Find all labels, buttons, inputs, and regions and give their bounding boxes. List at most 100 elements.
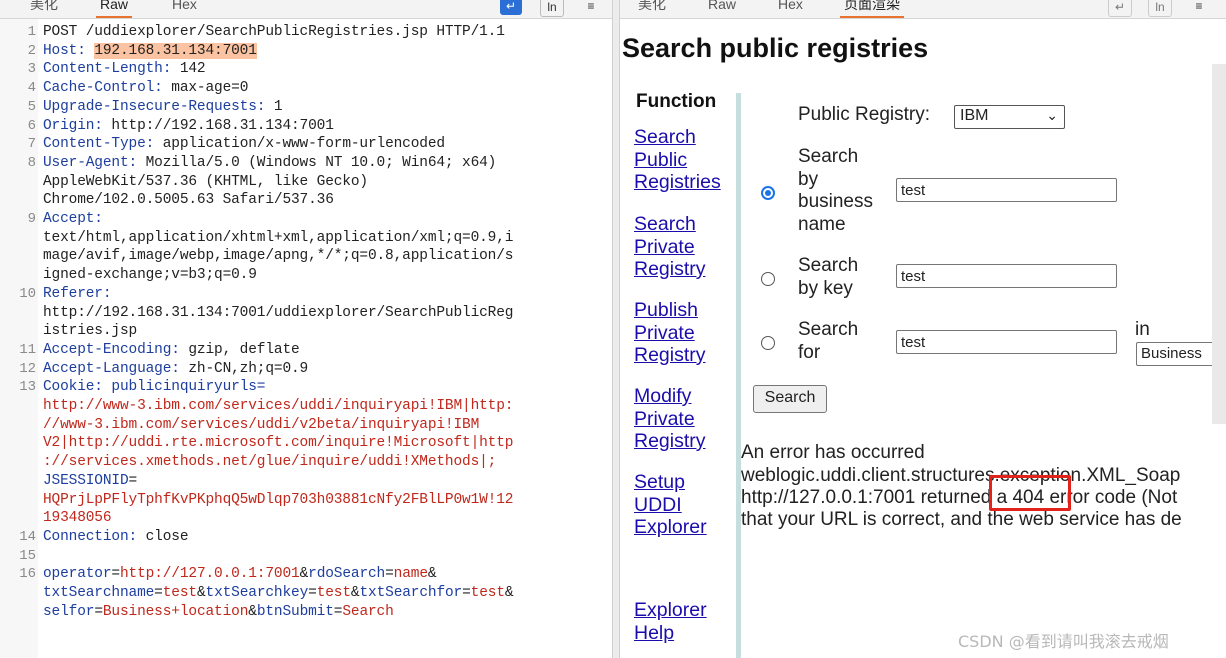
- header-name: Connection:: [43, 528, 146, 545]
- nav-link-search-public[interactable]: Search Public Registries: [634, 126, 734, 194]
- header-value-cont: AppleWebKit/537.36 (KHTML, like Gecko): [43, 173, 368, 190]
- body-token: Business+location: [102, 603, 249, 620]
- tab-render[interactable]: 页面渲染: [840, 0, 904, 18]
- body-token: http://127.0.0.1:7001: [119, 566, 300, 583]
- body-token: btnSubmit: [256, 603, 334, 620]
- header-name: User-Agent:: [43, 154, 146, 171]
- code-line: http://192.168.31.134:7001/uddiexplorer/…: [43, 304, 603, 323]
- body-token: operator: [43, 566, 112, 583]
- request-line-text: POST /uddiexplorer/SearchPublicRegistrie…: [43, 24, 505, 40]
- body-token: =: [308, 585, 317, 601]
- nav-link-explorer-help[interactable]: Explorer Help: [634, 599, 734, 644]
- response-tab-bar: 美化 Raw Hex 页面渲染 ↵ ln ≡: [620, 0, 1226, 19]
- nav-link-publish-private[interactable]: Publish Private Registry: [634, 299, 734, 367]
- code-line: mage/avif,image/webp,image/apng,*/*;q=0.…: [43, 247, 603, 266]
- line-number: 11: [19, 341, 36, 358]
- body-token: &: [196, 585, 206, 601]
- chevron-down-icon: ⌄: [1046, 107, 1058, 123]
- radio-key[interactable]: [761, 272, 775, 286]
- key-input[interactable]: [896, 264, 1117, 288]
- search-for-input[interactable]: [896, 330, 1117, 354]
- code-line: Upgrade-Insecure-Requests: 1: [43, 98, 603, 117]
- line-number: 4: [27, 80, 36, 97]
- error-line-1: An error has occurred: [741, 442, 925, 463]
- nav-link-modify-private[interactable]: Modify Private Registry: [634, 385, 734, 453]
- header-value-cont: igned-exchange;v=b3;q=0.9: [43, 267, 257, 284]
- line-number: 13: [19, 379, 36, 396]
- tab-raw[interactable]: Raw: [708, 0, 736, 18]
- header-name: Cookie:: [43, 379, 112, 396]
- body-token: &: [299, 566, 309, 583]
- newline-toggle-icon[interactable]: ↵: [1108, 0, 1132, 17]
- header-value: zh-CN,zh;q=0.9: [188, 360, 309, 377]
- body-token: =: [94, 603, 103, 620]
- error-code-highlight: [989, 475, 1071, 511]
- registry-label: Public Registry:: [798, 104, 930, 125]
- tab-hex[interactable]: Hex: [778, 0, 803, 18]
- header-value: 1: [273, 98, 283, 115]
- search-button[interactable]: Search: [753, 385, 827, 413]
- line-number: 7: [27, 136, 36, 153]
- cookie-value: 19348056: [43, 510, 112, 527]
- line-number: 10: [19, 285, 36, 302]
- code-line: Cookie: publicinquiryurls=: [43, 378, 603, 397]
- line-number: 3: [27, 61, 36, 78]
- search-business-label: Search by business name: [798, 146, 873, 235]
- code-line: text/html,application/xhtml+xml,applicat…: [43, 229, 603, 248]
- nav-link-search-private[interactable]: Search Private Registry: [634, 213, 734, 281]
- body-token: txtSearchkey: [205, 585, 309, 601]
- code-line: Origin: http://192.168.31.134:7001: [43, 117, 603, 136]
- radio-business-name[interactable]: [761, 186, 775, 200]
- cookie-value: http://www-3.ibm.com/services/uddi/inqui…: [43, 398, 514, 414]
- menu-icon[interactable]: ≡: [580, 0, 602, 15]
- request-editor[interactable]: 1 POST /uddiexplorer/SearchPublicRegistri…: [0, 19, 612, 658]
- code-line: Connection: close: [43, 528, 603, 547]
- nav-link-setup-uddi[interactable]: Setup UDDI Explorer: [634, 471, 734, 539]
- tab-pretty[interactable]: 美化: [30, 0, 58, 18]
- ln-toggle-button[interactable]: ln: [540, 0, 564, 17]
- header-name: Host:: [43, 42, 95, 59]
- body-token: &: [248, 603, 257, 620]
- registry-select[interactable]: IBM ⌄: [954, 105, 1065, 129]
- radio-search-for[interactable]: [761, 336, 775, 350]
- code-line: http://www-3.ibm.com/services/uddi/inqui…: [43, 397, 603, 416]
- tab-raw[interactable]: Raw: [95, 0, 133, 18]
- error-line-4: that your URL is correct, and the web se…: [741, 509, 1182, 530]
- code-line: AppleWebKit/537.36 (KHTML, like Gecko): [43, 173, 603, 192]
- tab-hex[interactable]: Hex: [172, 0, 197, 18]
- header-value: max-age=0: [171, 80, 249, 97]
- code-line: Chrome/102.0.5005.63 Safari/537.36: [43, 191, 603, 210]
- body-token: txtSearchname: [43, 585, 155, 601]
- line-number: 2: [27, 42, 36, 59]
- newline-toggle-icon[interactable]: ↵: [500, 0, 522, 15]
- body-token: Search: [342, 603, 394, 620]
- header-value-cont: text/html,application/xhtml+xml,applicat…: [43, 229, 514, 246]
- header-value: http://192.168.31.134:7001: [111, 117, 334, 134]
- header-name: Accept-Encoding:: [43, 341, 189, 358]
- code-line: Content-Type: application/x-www-form-url…: [43, 135, 603, 154]
- code-line: Accept-Language: zh-CN,zh;q=0.9: [43, 360, 603, 379]
- code-line: HQPrjLpPFlyTphfKvPKphqQ5wDlqp703h03881cN…: [43, 491, 603, 510]
- nav-separator: [736, 93, 741, 658]
- tab-pretty[interactable]: 美化: [638, 0, 666, 18]
- menu-icon[interactable]: ≡: [1188, 0, 1210, 15]
- header-value: close: [145, 528, 189, 545]
- header-value-cont: Chrome/102.0.5005.63 Safari/537.36: [43, 192, 334, 209]
- code-line: selfor=Business+location&btnSubmit=Searc…: [43, 603, 603, 622]
- ln-toggle-button[interactable]: ln: [1148, 0, 1172, 17]
- code-line: Host: 192.168.31.134:7001: [43, 42, 603, 61]
- vertical-scrollbar[interactable]: [1212, 64, 1226, 424]
- code-line: txtSearchname=test&txtSearchkey=test&txt…: [43, 584, 603, 603]
- body-token: selfor: [43, 603, 95, 620]
- code-line: Accept:: [43, 210, 603, 229]
- header-name: Referer:: [43, 285, 120, 302]
- body-token: &: [504, 585, 514, 601]
- body-token: txtSearchfor: [359, 585, 463, 601]
- request-tab-bar: 美化 Raw Hex ↵ ln ≡: [0, 0, 612, 19]
- line-number: 5: [27, 98, 36, 115]
- business-name-input[interactable]: [896, 178, 1117, 202]
- pane-divider[interactable]: [612, 0, 620, 658]
- line-number: 9: [27, 211, 36, 227]
- code-line: Cache-Control: max-age=0: [43, 79, 603, 98]
- body-token: =: [385, 566, 394, 583]
